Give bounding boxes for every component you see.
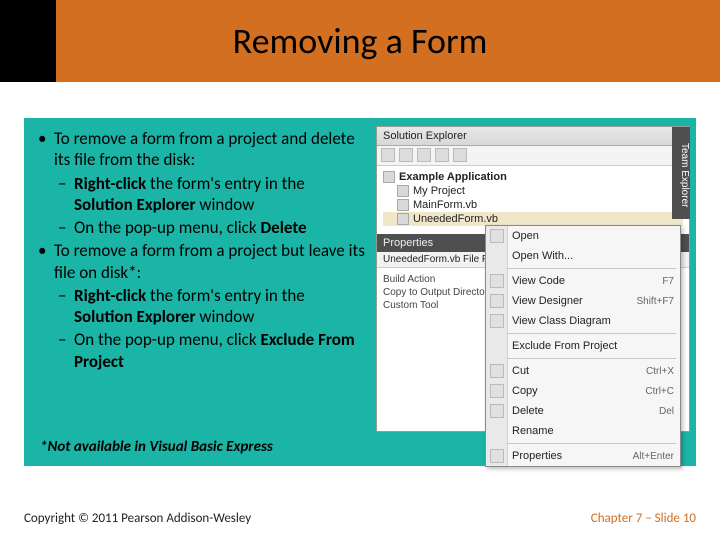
menu-open-with[interactable]: Open With... xyxy=(486,246,680,266)
menu-separator xyxy=(490,268,676,269)
form-icon xyxy=(397,199,409,211)
cut-icon xyxy=(490,364,504,378)
menu-separator xyxy=(490,333,676,334)
title-accent-block xyxy=(0,0,56,82)
menu-view-designer[interactable]: View DesignerShift+F7 xyxy=(486,291,680,311)
toolbar-icon[interactable] xyxy=(399,148,413,162)
delete-icon xyxy=(490,404,504,418)
context-menu: Open Open With... View CodeF7 View Desig… xyxy=(485,225,681,467)
copy-icon xyxy=(490,384,504,398)
designer-icon xyxy=(490,294,504,308)
bullet-1-sub-1: Right-click the form's entry in the Solu… xyxy=(36,173,366,216)
form-icon xyxy=(397,213,409,225)
menu-separator xyxy=(490,358,676,359)
copyright: Copyright © 2011 Pearson Addison-Wesley xyxy=(24,511,251,526)
toolbar-icon[interactable] xyxy=(435,148,449,162)
slide-title-bar: Removing a Form xyxy=(0,0,720,82)
slide-title: Removing a Form xyxy=(233,19,488,63)
bullet-2-text: To remove a form from a project but leav… xyxy=(54,240,365,282)
menu-delete[interactable]: DeleteDel xyxy=(486,401,680,421)
bullet-2-sub-1: Right-click the form's entry in the Solu… xyxy=(36,285,366,328)
bullet-1-sub-2: On the pop-up menu, click Delete xyxy=(36,217,366,238)
menu-separator xyxy=(490,443,676,444)
toolbar-icon[interactable] xyxy=(453,148,467,162)
bullet-1-text: To remove a form from a project and dele… xyxy=(54,128,355,170)
solution-explorer-toolbar xyxy=(377,146,689,166)
solution-explorer-title: Solution Explorer xyxy=(377,127,689,146)
slide-number: Chapter 7 – Slide 10 xyxy=(591,511,696,526)
code-icon xyxy=(490,274,504,288)
footnote: *Not available in Visual Basic Express xyxy=(40,438,273,456)
menu-view-code[interactable]: View CodeF7 xyxy=(486,271,680,291)
bullet-1: To remove a form from a project and dele… xyxy=(36,128,366,171)
vs-screenshot: Solution Explorer Example Application My… xyxy=(376,126,690,432)
open-icon xyxy=(490,229,504,243)
menu-cut[interactable]: CutCtrl+X xyxy=(486,361,680,381)
menu-rename[interactable]: Rename xyxy=(486,421,680,441)
myproject-icon xyxy=(397,185,409,197)
project-icon xyxy=(383,171,395,183)
properties-icon xyxy=(490,449,504,463)
menu-exclude[interactable]: Exclude From Project xyxy=(486,336,680,356)
bullet-list: To remove a form from a project and dele… xyxy=(36,128,366,374)
classdiagram-icon xyxy=(490,314,504,328)
tree-root[interactable]: Example Application xyxy=(383,170,683,184)
toolbar-icon[interactable] xyxy=(417,148,431,162)
tree-item[interactable]: My Project xyxy=(383,184,683,198)
tree-item-selected[interactable]: UneededForm.vb xyxy=(383,212,683,226)
menu-copy[interactable]: CopyCtrl+C xyxy=(486,381,680,401)
team-explorer-tab[interactable]: Team Explorer xyxy=(672,127,690,219)
menu-view-class-diagram[interactable]: View Class Diagram xyxy=(486,311,680,331)
menu-open[interactable]: Open xyxy=(486,226,680,246)
bullet-2: To remove a form from a project but leav… xyxy=(36,240,366,283)
bullet-2-sub-2: On the pop-up menu, click Exclude From P… xyxy=(36,329,366,372)
tree-item[interactable]: MainForm.vb xyxy=(383,198,683,212)
toolbar-icon[interactable] xyxy=(381,148,395,162)
menu-properties[interactable]: PropertiesAlt+Enter xyxy=(486,446,680,466)
solution-tree: Example Application My Project MainForm.… xyxy=(377,166,689,234)
